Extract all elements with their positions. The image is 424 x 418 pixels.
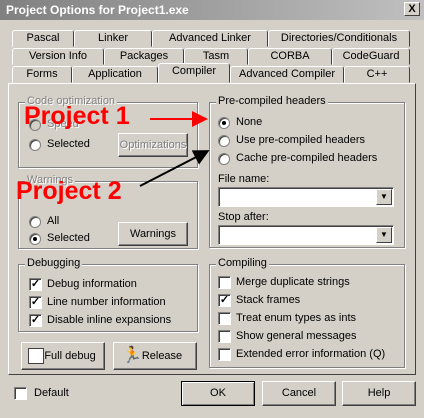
optimizations-button[interactable]: Optimizations (118, 133, 188, 157)
extended-error-information-label: Extended error information (Q) (236, 348, 386, 360)
optimization-selected-label: Selected (47, 138, 90, 150)
tab-directories-conditionals[interactable]: Directories/Conditionals (268, 30, 410, 47)
stop-after-combo[interactable]: ▼ (218, 225, 394, 245)
file-name-combo[interactable]: ▼ (218, 187, 394, 207)
file-name-dropdown-icon[interactable]: ▼ (376, 189, 392, 205)
extended-error-information-checkbox[interactable] (218, 348, 231, 361)
debug-information-label: Debug information (47, 278, 137, 290)
compiling-group: Compiling Merge duplicate strings ✓ Stac… (209, 257, 405, 368)
file-name-label: File name: (218, 173, 270, 185)
line-number-information-label: Line number information (47, 296, 166, 308)
precompiled-headers-group: Pre-compiled headers None Use pre-compil… (209, 95, 405, 248)
pch-use-radio[interactable] (218, 135, 230, 147)
ok-button[interactable]: OK (181, 381, 255, 406)
release-label: Release (141, 350, 183, 362)
release-runner-icon: 🏃 (122, 347, 142, 364)
tab-version-info[interactable]: Version Info (12, 48, 104, 65)
tab-codeguard[interactable]: CodeGuard (332, 48, 410, 65)
tab-advanced-compiler[interactable]: Advanced Compiler (230, 66, 344, 83)
disable-inline-expansions-label: Disable inline expansions (47, 314, 172, 326)
tab-forms[interactable]: Forms (12, 66, 72, 83)
stop-after-dropdown-icon[interactable]: ▼ (376, 227, 392, 243)
full-debug-icon (28, 348, 44, 364)
default-checkbox[interactable] (14, 387, 27, 400)
merge-duplicate-strings-label: Merge duplicate strings (236, 276, 350, 288)
stack-frames-checkbox[interactable]: ✓ (218, 294, 231, 307)
window-title: Project Options for Project1.exe (6, 3, 189, 17)
tab-application[interactable]: Application (72, 66, 158, 83)
tab-pascal[interactable]: Pascal (12, 30, 74, 47)
warnings-button[interactable]: Warnings (118, 222, 188, 246)
show-general-messages-checkbox[interactable] (218, 330, 231, 343)
tab-cpp[interactable]: C++ (344, 66, 410, 83)
warnings-selected-radio[interactable] (29, 233, 41, 245)
line-number-information-checkbox[interactable]: ✓ (29, 296, 42, 309)
pch-none-label: None (236, 116, 263, 128)
stack-frames-label: Stack frames (236, 294, 301, 306)
cancel-button[interactable]: Cancel (262, 381, 336, 406)
stop-after-label: Stop after: (218, 211, 269, 223)
debugging-label: Debugging (25, 257, 83, 269)
treat-enum-types-label: Treat enum types as ints (236, 312, 357, 324)
release-button[interactable]: 🏃 Release (113, 342, 197, 370)
compiling-label: Compiling (216, 257, 269, 269)
pch-none-radio[interactable] (218, 117, 230, 129)
tab-advanced-linker[interactable]: Advanced Linker (152, 30, 268, 47)
project2-annotation: Project 2 (16, 177, 122, 205)
precompiled-headers-label: Pre-compiled headers (216, 95, 328, 107)
pch-cache-radio[interactable] (218, 153, 230, 165)
close-icon[interactable]: X (404, 2, 420, 16)
pch-cache-label: Cache pre-compiled headers (236, 152, 378, 164)
warnings-all-radio[interactable] (29, 216, 41, 228)
tab-linker[interactable]: Linker (74, 30, 152, 47)
warnings-all-label: All (47, 215, 60, 227)
disable-inline-expansions-checkbox[interactable]: ✓ (29, 314, 42, 327)
warnings-selected-label: Selected (47, 232, 90, 244)
show-general-messages-label: Show general messages (236, 330, 357, 342)
project1-annotation: Project 1 (24, 102, 130, 130)
debug-information-checkbox[interactable]: ✓ (29, 278, 42, 291)
title-bar: Project Options for Project1.exe X (0, 0, 424, 20)
optimization-selected-radio[interactable] (29, 139, 41, 151)
tab-compiler[interactable]: Compiler (158, 63, 230, 83)
treat-enum-types-checkbox[interactable] (218, 312, 231, 325)
pch-use-label: Use pre-compiled headers (236, 134, 366, 146)
debugging-group: Debugging ✓ Debug information ✓ Line num… (18, 257, 198, 332)
tab-corba[interactable]: CORBA (248, 48, 332, 65)
merge-duplicate-strings-checkbox[interactable] (218, 276, 231, 289)
full-debug-button[interactable]: Full debug (21, 342, 105, 370)
help-button[interactable]: Help (342, 381, 416, 406)
default-label: Default (34, 387, 69, 399)
full-debug-label: Full debug (44, 350, 96, 362)
